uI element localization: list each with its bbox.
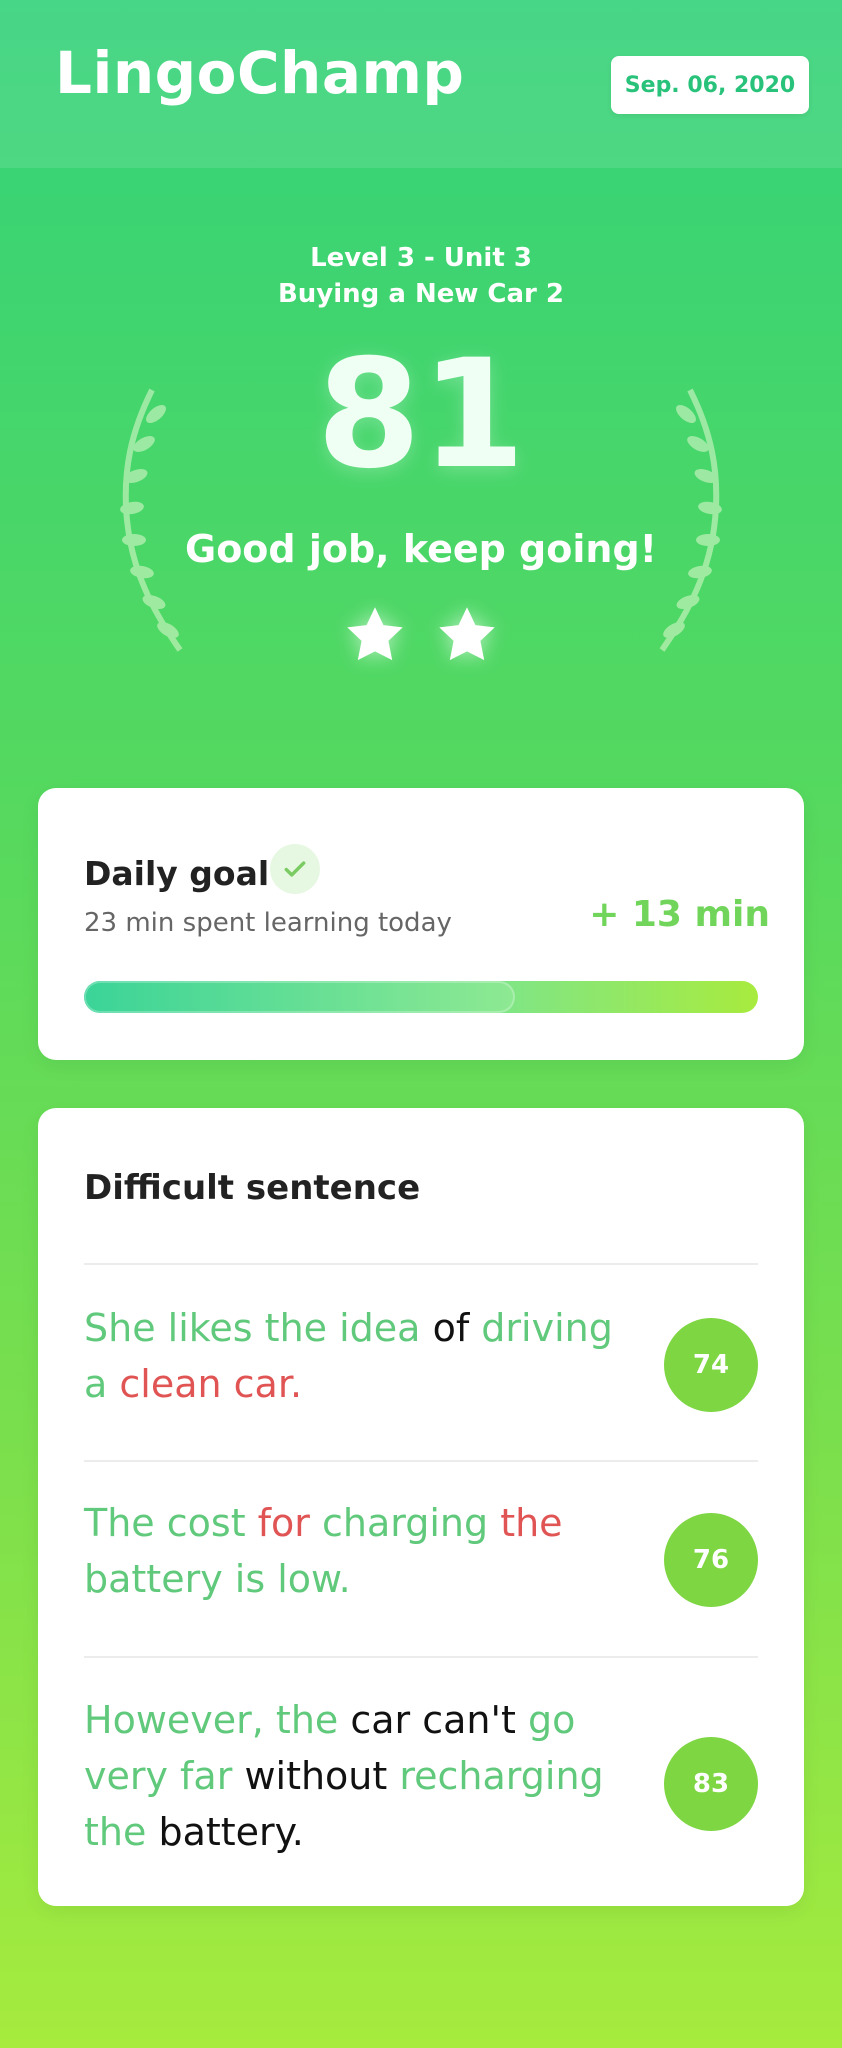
sentence-word: car can't <box>338 1698 528 1742</box>
check-icon <box>270 844 320 894</box>
sentence-score-badge: 74 <box>664 1318 758 1412</box>
praise-text: Good job, keep going! <box>185 527 657 571</box>
header-bar: LingoChamp Sep. 06, 2020 <box>0 0 842 168</box>
sentence-word: without <box>232 1754 400 1798</box>
sentence-word: charging <box>309 1501 501 1545</box>
sentence-word: battery. <box>146 1810 304 1854</box>
lesson-heading: Level 3 - Unit 3 Buying a New Car 2 <box>0 240 842 312</box>
sentence-word: the <box>500 1501 563 1545</box>
star-icon <box>347 607 403 661</box>
sentence-word: She likes the idea <box>84 1306 421 1350</box>
sentence-score: 74 <box>692 1350 730 1380</box>
daily-goal-progress <box>84 981 758 1013</box>
result-hero: Level 3 - Unit 3 Buying a New Car 2 81 G… <box>0 230 842 710</box>
sentence-word: of <box>420 1306 482 1350</box>
divider <box>84 1460 758 1462</box>
sentence-score: 76 <box>692 1545 730 1575</box>
sentence-word: a <box>84 1362 120 1406</box>
lesson-title: Buying a New Car 2 <box>277 279 564 309</box>
sentence-score-badge: 83 <box>664 1737 758 1831</box>
sentence-text[interactable]: The cost for charging the battery is low… <box>84 1495 644 1607</box>
divider <box>84 1656 758 1658</box>
sentence-word: the <box>84 1810 147 1854</box>
daily-goal-subtitle: 23 min spent learning today <box>84 908 452 938</box>
daily-goal-title: Daily goal <box>84 854 270 893</box>
sentence-word: However, the <box>84 1698 339 1742</box>
level-unit: Level 3 - Unit 3 <box>310 243 532 273</box>
sentence-score: 83 <box>692 1769 730 1799</box>
overall-score: 81 <box>316 328 526 502</box>
progress-fill <box>84 981 516 1013</box>
brand-logo: LingoChamp <box>55 39 465 107</box>
date-text: Sep. 06, 2020 <box>624 72 796 98</box>
sentence-word: battery is low. <box>84 1557 351 1601</box>
star-icon <box>439 607 495 661</box>
sentence-word: for <box>257 1501 310 1545</box>
sentence-word: clean car. <box>119 1362 303 1406</box>
sentence-score-badge: 76 <box>664 1513 758 1607</box>
difficult-sentence-title: Difficult sentence <box>84 1168 421 1208</box>
sentence-word: recharging <box>399 1754 604 1798</box>
extra-minutes: + 13 min <box>589 894 770 935</box>
daily-goal-card: Daily goal 23 min spent learning today +… <box>38 788 804 1060</box>
sentence-text[interactable]: However, the car can't go very far witho… <box>84 1692 644 1860</box>
sentence-text[interactable]: She likes the idea of driving a clean ca… <box>84 1300 644 1412</box>
date-badge: Sep. 06, 2020 <box>611 56 809 114</box>
star-rating <box>0 600 842 670</box>
sentence-word: driving <box>481 1306 613 1350</box>
sentence-word: The cost <box>84 1501 258 1545</box>
difficult-sentence-card: Difficult sentence She likes the idea of… <box>38 1108 804 1906</box>
divider <box>84 1263 758 1265</box>
